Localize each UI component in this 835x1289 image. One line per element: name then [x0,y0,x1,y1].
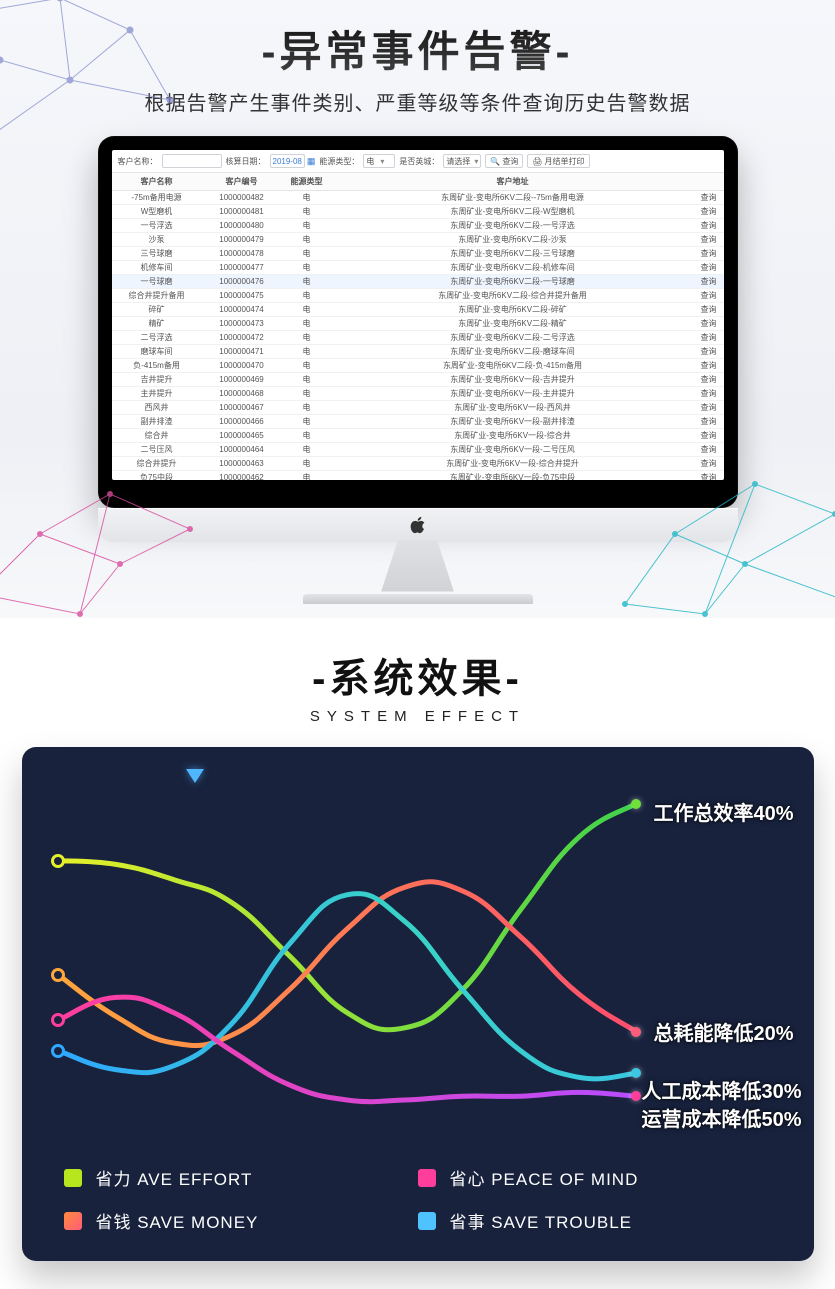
alert-section: -异常事件告警- 根据告警产生事件类别、严重等级等条件查询历史告警数据 客户名称… [0,0,835,618]
table-row[interactable]: 副井排渣1000000466电东周矿业-变电所6KV一段-副井排渣查询 [112,415,724,429]
imac-mockup: 客户名称： 核算日期： 2019-08 ▦ 能源类型： 电▾ 是否英城： 请选择… [98,136,738,604]
table-row[interactable]: 碎矿1000000474电东周矿业-变电所6KV二段-碎矿查询 [112,303,724,317]
input-date[interactable]: 2019-08 [270,154,305,168]
app-screen: 客户名称： 核算日期： 2019-08 ▦ 能源类型： 电▾ 是否英城： 请选择… [112,150,724,480]
metric-operation: 运营成本降低50% [641,1103,801,1132]
line-chart: 工作总效率40% 总耗能降低20% 人工成本降低30% 运营成本降低50% [36,777,800,1157]
swatch-pink-icon [418,1169,436,1187]
table-row[interactable]: 沙泵1000000479电东周矿业-变电所6KV二段-沙泵查询 [112,233,724,247]
legend-trouble: 省事 SAVE TROUBLE [418,1208,772,1233]
data-table: 客户名称 客户编号 能源类型 客户地址 -75m备用电源1000000482电东… [112,173,724,480]
select-use[interactable]: 请选择▾ [443,154,481,168]
table-row[interactable]: 三号球磨1000000478电东周矿业-变电所6KV二段-三号球磨查询 [112,247,724,261]
col-addr: 客户地址 [332,176,694,187]
label-customer-name: 客户名称： [118,156,158,167]
query-button[interactable]: 🔍查询 [485,154,523,168]
table-row[interactable]: 综合井提升1000000463电东周矿业-变电所6KV一段-综合井提升查询 [112,457,724,471]
legend-peace: 省心 PEACE OF MIND [418,1165,772,1190]
swatch-green-icon [64,1169,82,1187]
label-date: 核算日期： [226,156,266,167]
col-type: 能源类型 [282,176,332,187]
table-row[interactable]: 二号压风1000000464电东周矿业-变电所6KV一段-二号压风查询 [112,443,724,457]
calendar-icon[interactable]: ▦ [307,156,316,167]
query-toolbar: 客户名称： 核算日期： 2019-08 ▦ 能源类型： 电▾ 是否英城： 请选择… [112,150,724,173]
table-row[interactable]: 综合井提升备用1000000475电东周矿业-变电所6KV二段-综合井提升备用查… [112,289,724,303]
col-name: 客户名称 [112,176,202,187]
table-row[interactable]: 磨球车间1000000471电东周矿业-变电所6KV二段-磨球车间查询 [112,345,724,359]
table-row[interactable]: 吉井提升1000000469电东周矿业-变电所6KV一段-吉井提升查询 [112,373,724,387]
chart-card: 工作总效率40% 总耗能降低20% 人工成本降低30% 运营成本降低50% 省力… [22,747,814,1261]
section2-title: -系统效果- [0,646,835,704]
printer-icon: 🖨 [532,157,542,166]
print-button[interactable]: 🖨月结单打印 [527,154,589,168]
table-row[interactable]: 一号球磨1000000476电东周矿业-变电所6KV二段-一号球磨查询 [112,275,724,289]
swatch-blue-icon [418,1212,436,1230]
section1-title: -异常事件告警- [0,18,835,79]
metric-energy: 总耗能降低20% [653,1017,793,1046]
table-header: 客户名称 客户编号 能源类型 客户地址 [112,173,724,191]
table-row[interactable]: 主井提升1000000468电东周矿业-变电所6KV一段-主井提升查询 [112,387,724,401]
table-row[interactable]: 西风井1000000467电东周矿业-变电所6KV一段-西风井查询 [112,401,724,415]
label-use: 是否英城： [399,156,439,167]
table-row[interactable]: -75m备用电源1000000482电东周矿业-变电所6KV二段--75m备用电… [112,191,724,205]
table-row[interactable]: 二号浮选1000000472电东周矿业-变电所6KV二段-二号浮选查询 [112,331,724,345]
legend-money: 省钱 SAVE MONEY [64,1208,418,1233]
input-customer-name[interactable] [162,154,222,168]
table-row[interactable]: 综合井1000000465电东周矿业-变电所6KV一段-综合井查询 [112,429,724,443]
table-row[interactable]: 机修车间1000000477电东周矿业-变电所6KV二段-机修车间查询 [112,261,724,275]
table-row[interactable]: 负-415m备用1000000470电东周矿业-变电所6KV二段-负-415m备… [112,359,724,373]
chart-legend: 省力 AVE EFFORT 省心 PEACE OF MIND 省钱 SAVE M… [36,1157,800,1237]
metric-efficiency: 工作总效率40% [653,797,793,826]
table-row[interactable]: 精矿1000000473电东周矿业-变电所6KV二段-精矿查询 [112,317,724,331]
legend-effort: 省力 AVE EFFORT [64,1165,418,1190]
section2-subtitle: SYSTEM EFFECT [0,708,835,725]
label-energy-type: 能源类型： [319,156,359,167]
search-icon: 🔍 [490,157,500,166]
select-energy-type[interactable]: 电▾ [363,154,395,168]
apple-logo-icon [410,516,426,534]
table-row[interactable]: W型磨机1000000481电东周矿业-变电所6KV二段-W型磨机查询 [112,205,724,219]
table-row[interactable]: 一号浮选1000000480电东周矿业-变电所6KV二段-一号浮选查询 [112,219,724,233]
section1-subtitle: 根据告警产生事件类别、严重等级等条件查询历史告警数据 [0,87,835,116]
table-row[interactable]: 负75中段1000000462电东周矿业-变电所6KV一段-负75中段查询 [112,471,724,480]
metric-labor: 人工成本降低30% [641,1075,801,1104]
swatch-orange-icon [64,1212,82,1230]
system-effect-section: -系统效果- SYSTEM EFFECT 工作总效率40% 总耗能降低20% 人… [0,618,835,1289]
col-code: 客户编号 [202,176,282,187]
